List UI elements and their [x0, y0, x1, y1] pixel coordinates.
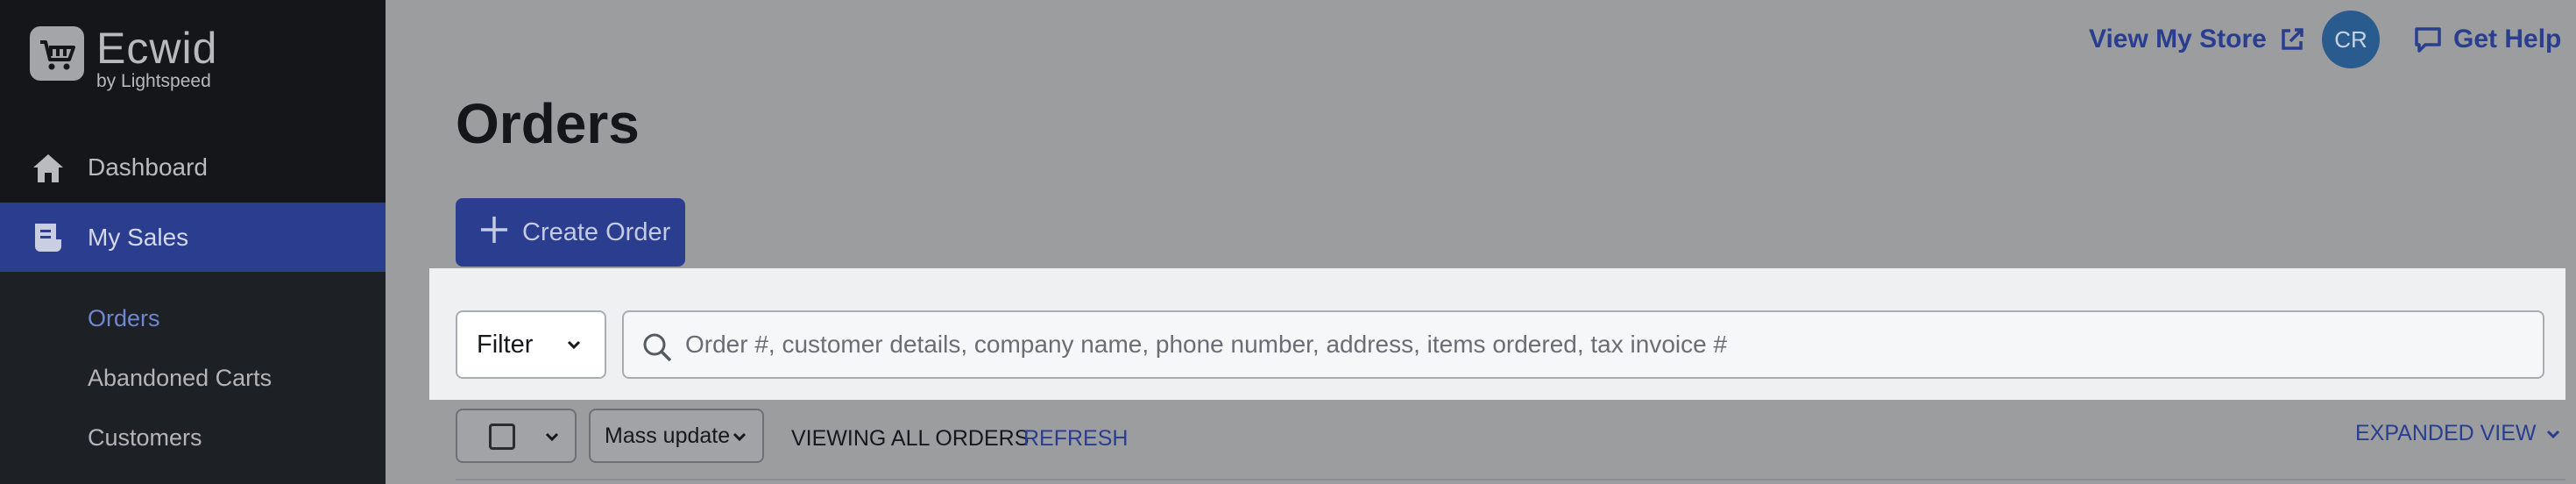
home-icon: [32, 153, 65, 184]
create-order-button[interactable]: Create Order: [456, 198, 685, 267]
search-box: [622, 310, 2544, 379]
sidebar-subitem-orders[interactable]: Orders: [88, 305, 160, 332]
search-input[interactable]: [685, 321, 2525, 368]
sidebar-item-dashboard[interactable]: Dashboard: [0, 133, 386, 202]
sidebar-item-label: My Sales: [88, 223, 189, 251]
chevron-down-icon: [729, 426, 750, 447]
sidebar-subnav: Orders Abandoned Carts Customers: [0, 272, 386, 484]
view-store-label: View My Store: [2089, 25, 2267, 53]
sidebar: Ecwid by Lightspeed Dashboard My Sales O…: [0, 0, 386, 484]
cart-logo-icon: [30, 26, 84, 81]
filter-button[interactable]: Filter: [456, 310, 606, 379]
sidebar-subitem-abandoned-carts[interactable]: Abandoned Carts: [88, 365, 272, 392]
select-all-checkbox[interactable]: [489, 424, 515, 450]
mass-update-label: Mass update: [605, 423, 731, 448]
avatar[interactable]: CR: [2322, 11, 2380, 68]
viewing-status: VIEWING ALL ORDERS: [791, 426, 1030, 451]
sidebar-item-label: Dashboard: [88, 153, 208, 181]
view-my-store-link[interactable]: View My Store: [2089, 25, 2305, 54]
expanded-view-toggle[interactable]: EXPANDED VIEW: [2355, 421, 2563, 446]
filter-panel: Filter: [429, 268, 2565, 400]
ecwid-logo[interactable]: Ecwid by Lightspeed: [30, 26, 217, 91]
chevron-down-icon: [541, 426, 563, 447]
brand-sub: by Lightspeed: [96, 71, 211, 91]
get-help-label: Get Help: [2453, 25, 2562, 53]
plus-icon: [478, 214, 510, 251]
brand-name: Ecwid: [96, 24, 218, 73]
page-title: Orders: [456, 92, 640, 155]
create-order-label: Create Order: [522, 217, 671, 246]
search-icon: [640, 330, 675, 365]
external-link-icon: [2279, 26, 2305, 53]
filter-label: Filter: [477, 330, 534, 359]
mass-update-dropdown[interactable]: Mass update: [589, 409, 764, 463]
list-top-divider: [456, 479, 2565, 480]
chevron-down-icon: [2546, 430, 2559, 438]
sidebar-subitem-customers[interactable]: Customers: [88, 424, 202, 452]
expanded-view-label: EXPANDED VIEW: [2355, 421, 2537, 445]
select-all-dropdown[interactable]: [456, 409, 577, 463]
sidebar-item-my-sales[interactable]: My Sales: [0, 203, 386, 272]
sales-icon: [32, 222, 65, 253]
get-help-link[interactable]: Get Help: [2413, 25, 2561, 54]
chat-icon: [2413, 25, 2443, 53]
refresh-link[interactable]: REFRESH: [1023, 426, 1128, 452]
chevron-down-icon: [563, 333, 585, 356]
